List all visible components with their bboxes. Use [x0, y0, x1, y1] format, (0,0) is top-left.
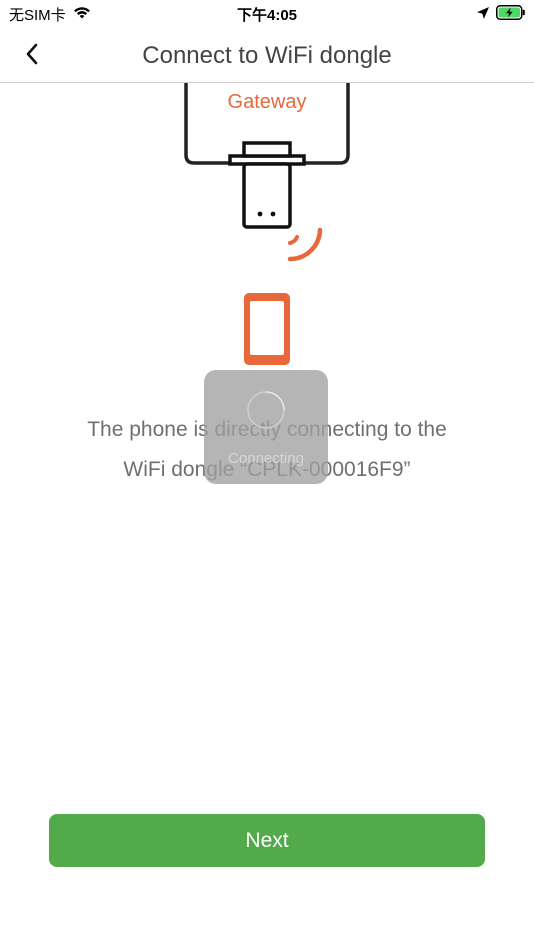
status-right [476, 5, 526, 25]
wifi-dongle-icon [228, 141, 306, 229]
next-button[interactable]: Next [49, 814, 485, 867]
connection-illustration: Gateway [0, 83, 534, 373]
loading-overlay: Connecting [204, 370, 328, 484]
loading-label: Connecting [228, 450, 304, 467]
phone-icon [244, 293, 290, 365]
gateway-label: Gateway [227, 91, 307, 113]
battery-charging-icon [496, 5, 526, 25]
status-time: 下午4:05 [236, 7, 298, 24]
connect-wifi-dongle-screen: 无SIM卡 下午4:05 Connect to WiFi dongle Gate… [0, 0, 534, 950]
page-title: Connect to WiFi dongle [142, 42, 392, 69]
spinner-icon [247, 391, 285, 429]
nav-bar: Connect to WiFi dongle [0, 28, 534, 83]
gateway-illustration-graphic [184, 83, 350, 365]
status-bar: 无SIM卡 下午4:05 [0, 0, 534, 28]
signal-waves-icon [287, 227, 323, 262]
location-arrow-icon [476, 6, 490, 25]
